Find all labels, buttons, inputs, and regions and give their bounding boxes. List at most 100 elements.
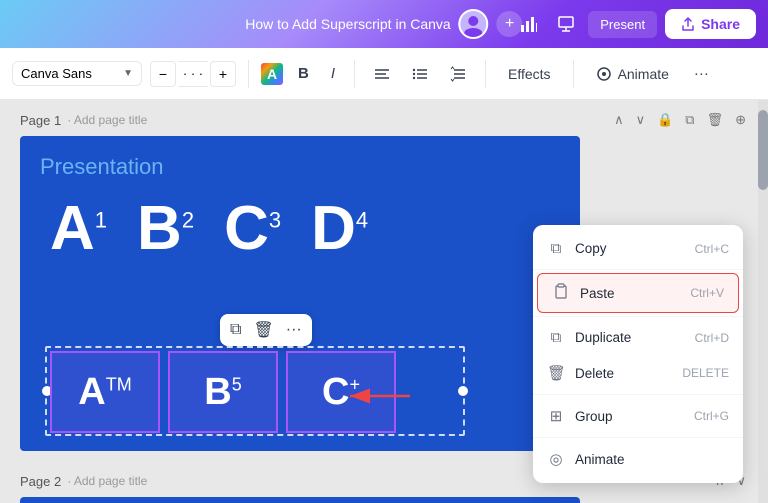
present-mode-button[interactable] (552, 10, 580, 38)
more-options-button[interactable]: ··· (687, 60, 716, 87)
toolbar-divider-2 (354, 60, 355, 88)
top-letters-row: A1 B2 C3 D4 (20, 188, 580, 270)
context-menu-duplicate[interactable]: ⧉ Duplicate Ctrl+D (533, 320, 743, 355)
page-label-left: Page 1 · Add page title (20, 113, 147, 128)
paste-item-left: Paste (552, 283, 615, 303)
sup-3: 3 (269, 207, 281, 232)
header-right: Present Share (514, 9, 756, 39)
duplicate-label: Duplicate (575, 330, 631, 345)
italic-button[interactable]: I (324, 60, 342, 87)
letter-box-b5[interactable]: B5 (168, 351, 278, 433)
copy-shortcut: Ctrl+C (695, 242, 729, 256)
add-collaborator-button[interactable]: + (497, 11, 523, 37)
more-icon: ··· (694, 65, 709, 82)
line-spacing-button[interactable] (443, 61, 473, 87)
toolbar-divider-1 (248, 60, 249, 88)
letter-atm-text: ATM (78, 371, 131, 414)
animate-label: Animate (618, 66, 669, 82)
page-1-label: Page 1 · Add page title ∧ ∨ 🔒 ⧉ 🗑 ⊕ (20, 110, 748, 130)
arrow-icon (340, 381, 420, 411)
delete-label: Delete (575, 366, 614, 381)
page-add-button[interactable]: ⊕ (733, 110, 748, 130)
letter-b5-text: B5 (204, 371, 241, 414)
letter-d: D4 (311, 198, 368, 260)
page-label-right: ∧ ∨ 🔒 ⧉ 🗑 ⊕ (612, 110, 748, 130)
menu-divider-1 (533, 269, 743, 270)
mini-delete-button[interactable]: 🗑 (253, 320, 273, 340)
clipboard-icon (554, 283, 568, 299)
page-up-button[interactable]: ∧ (612, 110, 626, 130)
page-1-add-title[interactable]: · Add page title (67, 113, 147, 127)
context-menu-copy[interactable]: ⧉ Copy Ctrl+C (533, 231, 743, 266)
toolbar: Canva Sans ▼ − · · · + A B I (0, 48, 768, 100)
font-size-decrease-button[interactable]: − (150, 61, 176, 87)
font-selector[interactable]: Canva Sans ▼ (12, 61, 142, 86)
group-label: Group (575, 409, 613, 424)
slide-canvas-1[interactable]: Presentation A1 B2 C3 D4 ⧉ 🗑 ··· (20, 136, 580, 451)
user-avatar-icon (461, 11, 487, 37)
letter-box-atm[interactable]: ATM (50, 351, 160, 433)
font-size-controls: − · · · + (150, 61, 236, 87)
context-menu: ⧉ Copy Ctrl+C Paste Ctrl+V ⧉ (533, 225, 743, 483)
page-2-label-left: Page 2 · Add page title (20, 474, 147, 489)
context-menu-paste[interactable]: Paste Ctrl+V (537, 273, 739, 313)
list-button[interactable] (405, 61, 435, 87)
present-icon (558, 16, 574, 32)
page-1-number: Page 1 (20, 113, 61, 128)
menu-divider-2 (533, 316, 743, 317)
sup-4: 4 (356, 207, 368, 232)
avatar[interactable] (459, 9, 489, 39)
page-delete-button[interactable]: 🗑 (705, 110, 726, 130)
effects-button[interactable]: Effects (498, 61, 561, 87)
copy-item-left: ⧉ Copy (547, 240, 607, 257)
group-shortcut: Ctrl+G (694, 409, 729, 423)
letter-c: C3 (224, 198, 281, 260)
paste-icon (552, 283, 570, 303)
share-label: Share (701, 16, 740, 32)
font-dropdown-icon: ▼ (123, 68, 133, 79)
paste-label: Paste (580, 286, 615, 301)
slide-title: Presentation (20, 136, 580, 188)
duplicate-item-left: ⧉ Duplicate (547, 329, 631, 346)
group-item-left: ⊞ Group (547, 407, 613, 425)
document-title: How to Add Superscript in Canva (245, 16, 450, 32)
bold-button[interactable]: B (291, 60, 316, 87)
page-2-add-title[interactable]: · Add page title (67, 474, 147, 488)
delete-icon: 🗑 (547, 364, 565, 382)
menu-divider-3 (533, 394, 743, 395)
text-color-button[interactable]: A (261, 63, 283, 85)
page-duplicate-button[interactable]: ⧉ (683, 110, 696, 130)
red-arrow (340, 381, 420, 418)
group-icon: ⊞ (547, 407, 565, 425)
resize-handle-right[interactable] (458, 386, 468, 396)
copy-icon: ⧉ (547, 240, 565, 257)
align-button[interactable] (367, 61, 397, 87)
font-size-display: · · · (178, 61, 208, 87)
toolbar-divider-3 (485, 60, 486, 88)
bold-icon: B (298, 65, 309, 82)
page-lock-button[interactable]: 🔒 (655, 110, 675, 130)
context-menu-animate[interactable]: ◎ Animate (533, 441, 743, 477)
context-menu-delete[interactable]: 🗑 Delete DELETE (533, 355, 743, 391)
context-menu-group[interactable]: ⊞ Group Ctrl+G (533, 398, 743, 434)
align-icon (374, 66, 390, 82)
header: How to Add Superscript in Canva + (0, 0, 768, 48)
animate-menu-icon: ◎ (547, 450, 565, 468)
scrollbar-thumb[interactable] (758, 110, 768, 190)
slide-canvas-2[interactable] (20, 497, 580, 503)
sup-2: 2 (182, 207, 194, 232)
menu-divider-4 (533, 437, 743, 438)
share-button[interactable]: Share (665, 9, 756, 39)
page-down-button[interactable]: ∨ (634, 110, 648, 130)
animate-button[interactable]: Animate (586, 61, 679, 87)
main: Page 1 · Add page title ∧ ∨ 🔒 ⧉ 🗑 ⊕ Pres… (0, 100, 768, 503)
right-scrollbar[interactable] (758, 100, 768, 503)
mini-copy-button[interactable]: ⧉ (230, 321, 241, 339)
present-button[interactable]: Present (588, 11, 657, 38)
delete-item-left: 🗑 Delete (547, 364, 614, 382)
copy-label: Copy (575, 241, 607, 256)
page-2-number: Page 2 (20, 474, 61, 489)
paste-shortcut: Ctrl+V (690, 286, 724, 300)
font-size-increase-button[interactable]: + (210, 61, 236, 87)
mini-more-button[interactable]: ··· (286, 321, 302, 339)
